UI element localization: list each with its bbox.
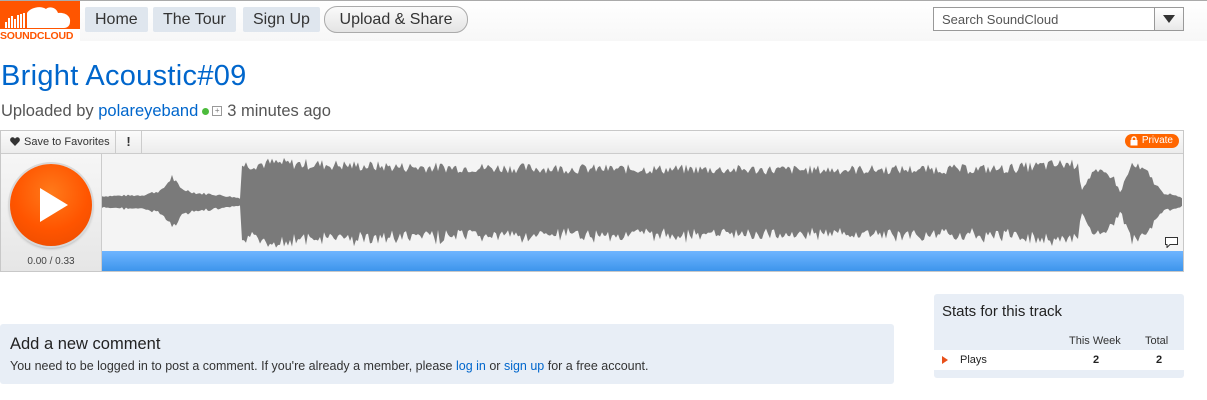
stats-col-this-week: This Week (1069, 335, 1121, 347)
upload-share-button[interactable]: Upload & Share (324, 6, 468, 33)
play-area: 0.00 / 0.33 (1, 154, 102, 271)
stats-row-total-value: 2 (1156, 354, 1163, 366)
sign-up-link[interactable]: sign up (504, 359, 544, 373)
cloud-logo-icon (0, 1, 80, 31)
stats-col-total: Total (1145, 335, 1169, 347)
waveform[interactable] (102, 154, 1183, 251)
nav-sign-up[interactable]: Sign Up (243, 7, 320, 32)
private-label: Private (1141, 135, 1173, 146)
logo-wordmark: SOUNDCLOUD (0, 29, 80, 44)
save-to-favorites-button[interactable]: Save to Favorites (1, 131, 116, 153)
upload-info: Uploaded by polareyeband +3 minutes ago (1, 102, 331, 121)
comment-text-after: for a free account. (547, 359, 649, 373)
chevron-down-icon (1163, 15, 1175, 23)
private-badge: Private (1124, 134, 1179, 148)
comment-text-middle: or (489, 359, 501, 373)
track-stats-panel: Stats for this track This Week Total Pla… (934, 294, 1184, 378)
nav-home[interactable]: Home (85, 7, 148, 32)
lock-icon (1130, 136, 1138, 146)
play-button[interactable] (10, 164, 92, 246)
top-header: SOUNDCLOUD Home The Tour Sign Up Upload … (0, 0, 1207, 44)
stats-title: Stats for this track (942, 303, 1063, 320)
stats-row-plays: Plays 2 2 (934, 350, 1184, 370)
speech-bubble-icon[interactable] (1165, 237, 1178, 248)
stats-row-label: Plays (960, 354, 987, 366)
expand-triangle-icon[interactable] (942, 356, 948, 364)
stats-row-week-value: 2 (1093, 354, 1100, 366)
soundcloud-logo[interactable]: SOUNDCLOUD (0, 1, 80, 47)
comment-login-message: You need to be logged in to post a comme… (10, 359, 649, 373)
waveform-shape (102, 157, 1182, 248)
uploader-link[interactable]: polareyeband (98, 102, 198, 120)
comment-heading: Add a new comment (10, 335, 161, 353)
upload-time: 3 minutes ago (227, 102, 331, 120)
track-player: Save to Favorites ! Private 0.00 / 0.33 (0, 130, 1184, 272)
report-button[interactable]: ! (116, 131, 142, 153)
progress-bar[interactable] (102, 251, 1183, 271)
play-icon (40, 188, 68, 222)
online-status-icon (202, 107, 210, 115)
uploaded-by-label: Uploaded by (1, 102, 94, 120)
comment-text-before: You need to be logged in to post a comme… (10, 359, 453, 373)
search-input[interactable] (934, 8, 1170, 30)
heart-icon (10, 137, 20, 146)
time-display: 0.00 / 0.33 (27, 256, 75, 267)
search-box (933, 7, 1184, 31)
track-title: Bright Acoustic#09 (1, 60, 247, 92)
favorites-label: Save to Favorites (24, 136, 110, 148)
follow-plus-icon[interactable]: + (212, 105, 223, 116)
add-comment-panel: Add a new comment You need to be logged … (0, 324, 894, 384)
search-dropdown-button[interactable] (1154, 8, 1183, 30)
log-in-link[interactable]: log in (456, 359, 486, 373)
nav-the-tour[interactable]: The Tour (153, 7, 236, 32)
player-toolbar: Save to Favorites ! Private (1, 131, 1183, 154)
